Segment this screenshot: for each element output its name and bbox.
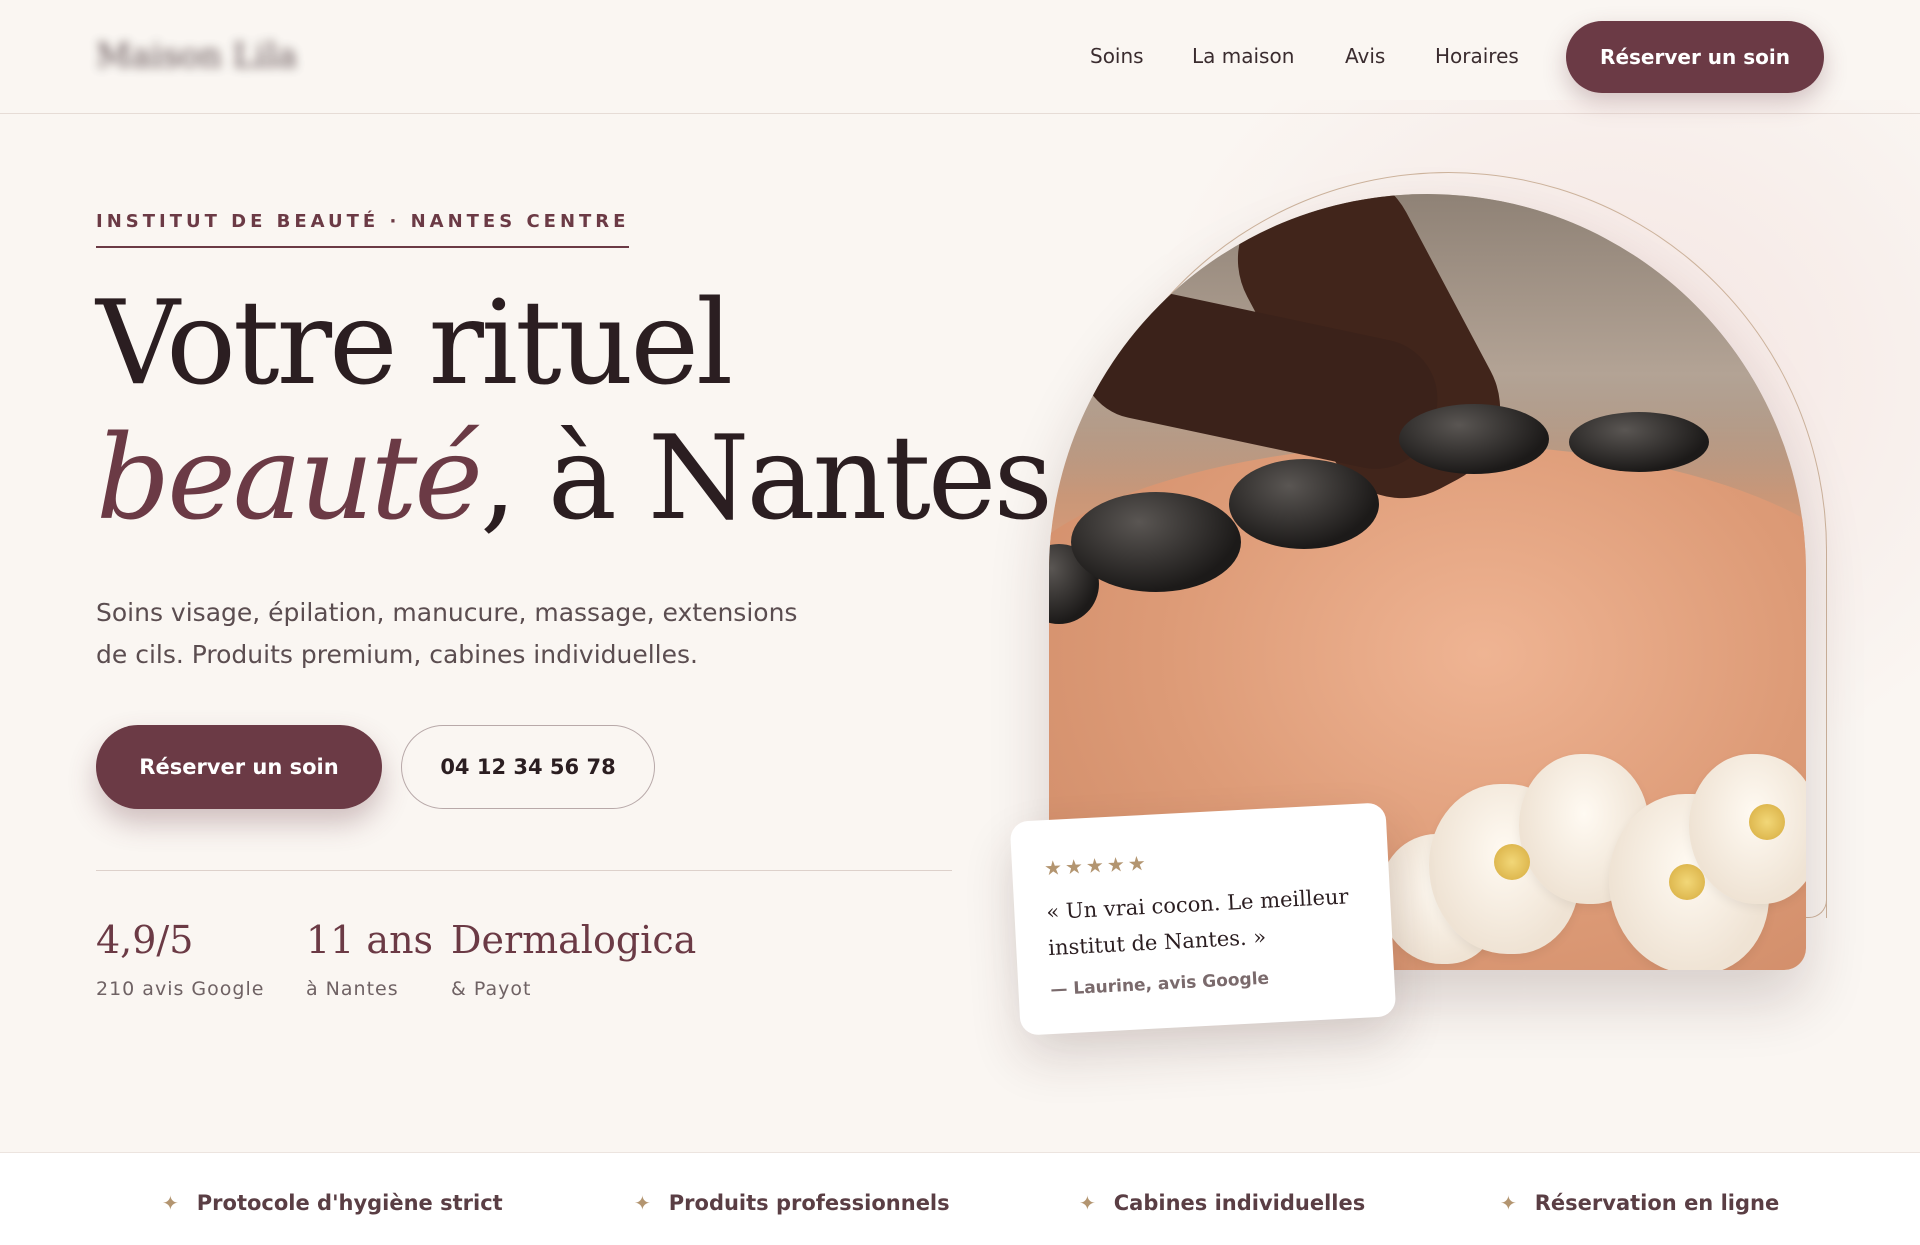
- stat-years: 11 ans à Nantes: [306, 918, 433, 1000]
- photo-orchid-center: [1669, 864, 1705, 900]
- feature-item: ✦ Cabines individuelles: [1079, 1191, 1365, 1215]
- feature-item: ✦ Produits professionnels: [634, 1191, 950, 1215]
- photo-orchid-center: [1749, 804, 1785, 840]
- header-book-button[interactable]: Réserver un soin: [1566, 21, 1824, 93]
- stat-brands: Dermalogica & Payot: [451, 918, 696, 1000]
- stat-rating-value: 4,9/5: [96, 918, 194, 962]
- sparkle-icon: ✦: [1500, 1191, 1517, 1215]
- phone-button[interactable]: 04 12 34 56 78: [401, 725, 655, 809]
- hero-title-emphasis: beauté: [96, 411, 483, 546]
- nav-link-avis[interactable]: Avis: [1345, 44, 1385, 68]
- hero-description: Soins visage, épilation, manucure, massa…: [96, 598, 798, 669]
- hero-title: Votre rituel beauté, à Nantes.: [96, 276, 1087, 548]
- hero-eyebrow: INSTITUT DE BEAUTÉ · NANTES CENTRE: [96, 211, 630, 248]
- feature-item: ✦ Protocole d'hygiène strict: [162, 1191, 503, 1215]
- stat-years-value: 11 ans: [306, 918, 434, 962]
- site-header: Maison Lila Soins La maison Avis Horaire…: [0, 0, 1920, 114]
- sparkle-icon: ✦: [1079, 1191, 1096, 1215]
- feature-label: Cabines individuelles: [1113, 1191, 1366, 1215]
- sparkle-icon: ✦: [634, 1191, 651, 1215]
- photo-stone: [1569, 412, 1709, 472]
- nav-link-la-maison[interactable]: La maison: [1192, 44, 1294, 68]
- stats-divider: [96, 870, 952, 871]
- review-quote: « Un vrai cocon. Le meilleur institut de…: [1045, 884, 1350, 961]
- feature-label: Protocole d'hygiène strict: [196, 1191, 503, 1215]
- stat-rating: 4,9/5 210 avis Google: [96, 918, 264, 1000]
- hero-title-rest: , à Nantes.: [480, 411, 1087, 546]
- stat-brands-label: & Payot: [451, 978, 532, 1000]
- photo-stone: [1071, 492, 1241, 592]
- review-author: — Laurine, avis Google: [1049, 968, 1270, 1001]
- photo-orchid-center: [1494, 844, 1530, 880]
- star-rating-icon: ★★★★★: [1043, 850, 1150, 881]
- features-strip: ✦ Protocole d'hygiène strict ✦ Produits …: [0, 1152, 1920, 1245]
- feature-label: Réservation en ligne: [1534, 1191, 1780, 1215]
- photo-stone: [1399, 404, 1549, 474]
- review-card: ★★★★★ « Un vrai cocon. Le meilleur insti…: [1009, 802, 1397, 1036]
- stat-years-label: à Nantes: [306, 978, 399, 1000]
- sparkle-icon: ✦: [162, 1191, 179, 1215]
- nav-link-horaires[interactable]: Horaires: [1435, 44, 1519, 68]
- hero-title-line-2: beauté, à Nantes.: [96, 410, 1087, 548]
- stat-brands-value: Dermalogica: [451, 918, 697, 962]
- feature-item: ✦ Réservation en ligne: [1500, 1191, 1779, 1215]
- logo[interactable]: Maison Lila: [96, 36, 297, 76]
- nav-link-soins[interactable]: Soins: [1090, 44, 1144, 68]
- stat-rating-label: 210 avis Google: [96, 978, 265, 1000]
- feature-label: Produits professionnels: [668, 1191, 950, 1215]
- hero-title-line-1: Votre rituel: [96, 276, 733, 411]
- hero-book-button[interactable]: Réserver un soin: [96, 725, 382, 809]
- photo-stone: [1229, 459, 1379, 549]
